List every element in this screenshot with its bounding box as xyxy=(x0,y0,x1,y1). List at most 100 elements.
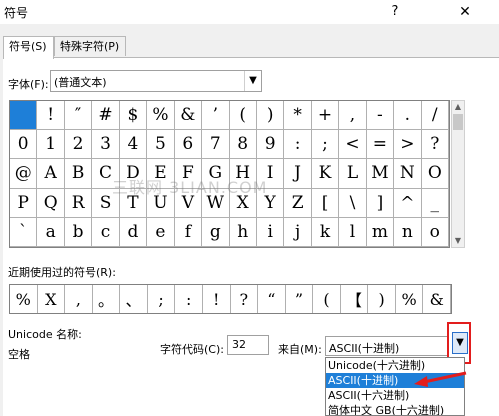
symbol-cell[interactable]: E xyxy=(147,159,175,189)
recent-symbol[interactable]: 。 xyxy=(93,285,121,313)
symbol-cell[interactable]: k xyxy=(311,217,340,247)
symbol-cell[interactable]: i xyxy=(256,217,285,247)
symbol-cell[interactable]: . xyxy=(394,101,422,131)
symbol-cell[interactable]: ; xyxy=(311,130,340,160)
symbol-cell[interactable]: W xyxy=(202,188,230,218)
chevron-down-icon[interactable]: ▼ xyxy=(244,71,261,91)
character-code-input[interactable]: 32 xyxy=(227,335,269,355)
chevron-down-icon[interactable]: ▼ xyxy=(452,332,468,354)
symbol-cell[interactable]: [ xyxy=(311,188,340,218)
symbol-cell[interactable]: O xyxy=(421,159,449,189)
symbol-cell[interactable]: ? xyxy=(421,130,449,160)
symbol-cell[interactable]: c xyxy=(92,217,120,247)
symbol-cell[interactable]: * xyxy=(284,101,312,131)
close-icon[interactable]: ✕ xyxy=(450,2,480,22)
recent-symbol[interactable]: ! xyxy=(203,285,231,313)
dropdown-option[interactable]: 简体中文 GB(十六进制) xyxy=(326,403,464,415)
recent-symbol[interactable]: ” xyxy=(286,285,314,313)
symbol-cell[interactable]: X xyxy=(229,188,257,218)
symbol-cell[interactable]: A xyxy=(37,159,65,189)
symbol-cell[interactable]: ] xyxy=(366,188,395,218)
symbol-cell[interactable]: K xyxy=(311,159,340,189)
recent-symbol[interactable]: ? xyxy=(231,285,259,313)
symbol-cell[interactable]: / xyxy=(421,101,449,131)
symbol-cell[interactable]: 6 xyxy=(174,130,203,160)
recent-symbol[interactable]: 、 xyxy=(120,285,148,313)
symbol-cell[interactable]: h xyxy=(229,217,257,247)
scrollbar-thumb[interactable] xyxy=(453,114,463,130)
symbol-cell[interactable]: _ xyxy=(421,188,449,218)
symbol-cell[interactable]: ` xyxy=(10,217,38,247)
symbol-cell[interactable]: 0 xyxy=(10,130,38,160)
symbol-cell[interactable]: 4 xyxy=(119,130,148,160)
recent-symbol[interactable]: ) xyxy=(368,285,396,313)
symbol-cell[interactable] xyxy=(10,101,38,131)
symbol-cell[interactable]: f xyxy=(174,217,203,247)
symbol-cell[interactable]: # xyxy=(92,101,120,131)
recent-symbol[interactable]: ( xyxy=(313,285,341,313)
symbol-cell[interactable]: 5 xyxy=(147,130,175,160)
symbol-cell[interactable]: : xyxy=(284,130,312,160)
recent-symbol[interactable]: % xyxy=(10,285,38,313)
symbol-cell[interactable]: = xyxy=(366,130,395,160)
symbol-cell[interactable]: 8 xyxy=(229,130,257,160)
symbol-cell[interactable]: ) xyxy=(256,101,285,131)
symbol-cell[interactable]: F xyxy=(174,159,203,189)
recent-symbol[interactable]: ; xyxy=(148,285,176,313)
symbol-cell[interactable]: d xyxy=(119,217,148,247)
symbol-cell[interactable]: Z xyxy=(284,188,312,218)
tab-special-characters[interactable]: 特殊字符(P) xyxy=(54,36,126,56)
recent-symbol[interactable]: % xyxy=(396,285,424,313)
symbol-cell[interactable]: B xyxy=(64,159,93,189)
dropdown-option[interactable]: ASCII(十六进制) xyxy=(326,388,464,403)
symbol-cell[interactable]: l xyxy=(339,217,367,247)
symbol-cell[interactable]: ^ xyxy=(394,188,422,218)
symbol-cell[interactable]: I xyxy=(256,159,285,189)
recent-symbol[interactable]: , xyxy=(65,285,93,313)
symbol-cell[interactable]: 2 xyxy=(64,130,93,160)
symbol-cell[interactable]: M xyxy=(366,159,395,189)
recent-symbol[interactable]: : xyxy=(175,285,203,313)
scroll-up-icon[interactable]: ▲ xyxy=(452,101,464,113)
symbol-cell[interactable]: > xyxy=(394,130,422,160)
symbol-cell[interactable]: P xyxy=(10,188,38,218)
symbol-cell[interactable]: N xyxy=(394,159,422,189)
symbol-cell[interactable]: 7 xyxy=(202,130,230,160)
symbol-cell[interactable]: b xyxy=(64,217,93,247)
symbol-cell[interactable]: L xyxy=(339,159,367,189)
symbol-cell[interactable]: & xyxy=(174,101,203,131)
symbol-cell[interactable]: 3 xyxy=(92,130,120,160)
symbol-cell[interactable]: < xyxy=(339,130,367,160)
scroll-down-icon[interactable]: ▼ xyxy=(452,235,464,247)
symbol-cell[interactable]: U xyxy=(147,188,175,218)
symbol-cell[interactable]: J xyxy=(284,159,312,189)
symbol-cell[interactable]: j xyxy=(284,217,312,247)
symbol-cell[interactable]: S xyxy=(92,188,120,218)
symbol-cell[interactable]: ’ xyxy=(202,101,230,131)
symbol-cell[interactable]: C xyxy=(92,159,120,189)
symbol-cell[interactable]: ″ xyxy=(64,101,93,131)
symbol-cell[interactable]: G xyxy=(202,159,230,189)
symbol-cell[interactable]: @ xyxy=(10,159,38,189)
symbol-cell[interactable]: $ xyxy=(119,101,148,131)
recent-symbol[interactable]: 【 xyxy=(341,285,369,313)
symbol-cell[interactable]: \ xyxy=(339,188,367,218)
symbol-cell[interactable]: H xyxy=(229,159,257,189)
recent-symbol[interactable]: & xyxy=(423,285,451,313)
recent-symbol[interactable]: “ xyxy=(258,285,286,313)
symbol-cell[interactable]: V xyxy=(174,188,203,218)
symbol-cell[interactable]: 9 xyxy=(256,130,285,160)
symbol-cell[interactable]: D xyxy=(119,159,148,189)
symbol-cell[interactable]: o xyxy=(421,217,449,247)
tab-symbols[interactable]: 符号(S) xyxy=(3,36,54,59)
symbol-cell[interactable]: e xyxy=(147,217,175,247)
font-select[interactable]: (普通文本) ▼ xyxy=(50,70,262,92)
symbol-cell[interactable]: , xyxy=(339,101,367,131)
symbol-cell[interactable]: % xyxy=(147,101,175,131)
symbol-cell[interactable]: - xyxy=(366,101,395,131)
symbol-grid-scrollbar[interactable]: ▲ ▼ xyxy=(451,100,465,248)
symbol-cell[interactable]: Y xyxy=(256,188,285,218)
symbol-cell[interactable]: a xyxy=(37,217,65,247)
symbol-cell[interactable]: n xyxy=(394,217,422,247)
symbol-cell[interactable]: m xyxy=(366,217,395,247)
